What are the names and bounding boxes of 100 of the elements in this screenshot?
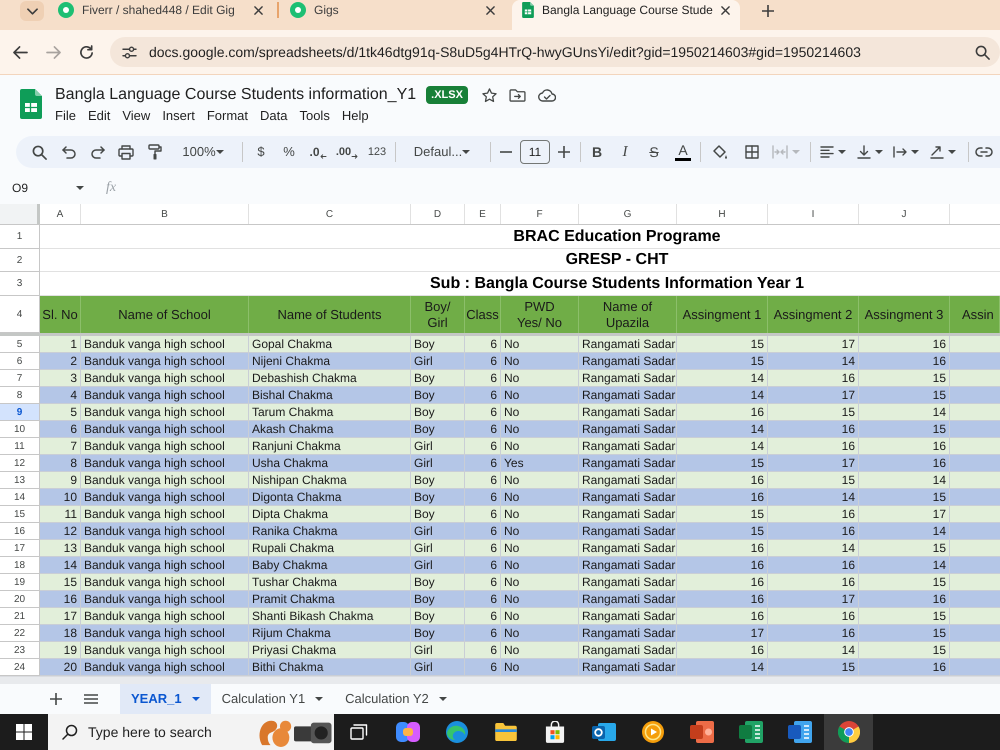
row-number[interactable]: 15 — [0, 506, 40, 523]
menu-item[interactable]: Data — [254, 106, 294, 126]
plus-icon — [50, 693, 62, 705]
browser-tab[interactable]: Bangla Language Course Stude — [512, 0, 740, 30]
font-select[interactable]: Defaul... — [398, 138, 486, 166]
spreadsheet-logo-icon — [20, 89, 42, 119]
row-number[interactable]: 4 — [0, 296, 40, 333]
lined-tile-icon — [738, 721, 762, 743]
menu-item[interactable]: File — [49, 106, 82, 126]
windows-logo-icon — [16, 724, 32, 740]
row-number[interactable]: 19 — [0, 574, 40, 591]
menu-item[interactable]: View — [116, 106, 156, 126]
lined-tile-icon — [788, 721, 812, 743]
row-number[interactable]: 16 — [0, 523, 40, 540]
caret-down-icon — [315, 697, 324, 701]
arrow-right-icon — [351, 154, 358, 158]
row-number[interactable]: 23 — [0, 642, 40, 659]
row-number[interactable]: 24 — [0, 659, 40, 676]
row-number[interactable]: 21 — [0, 608, 40, 625]
move-button[interactable] — [508, 88, 526, 102]
site-logo-icon — [290, 2, 306, 18]
search-input[interactable]: Type here to search — [88, 722, 228, 742]
taskbar-search-bar[interactable]: Type here to search — [48, 714, 334, 750]
column-letter[interactable]: G — [579, 204, 677, 224]
column-letter[interactable]: I — [768, 204, 859, 224]
cloud-status-button[interactable] — [538, 88, 556, 102]
row-number[interactable]: 8 — [0, 387, 40, 404]
row-number[interactable]: 20 — [0, 591, 40, 608]
row-number[interactable]: 17 — [0, 540, 40, 557]
column-letter[interactable]: D — [411, 204, 465, 224]
caret-down-icon — [792, 150, 800, 154]
caret-down-icon — [948, 150, 956, 154]
zoom-button[interactable] — [974, 44, 990, 60]
zoom-select[interactable]: 100% — [170, 138, 236, 166]
italic-button[interactable]: I — [610, 138, 640, 166]
currency-button[interactable]: $ — [248, 138, 274, 166]
row-number[interactable]: 3 — [0, 272, 40, 296]
row-number[interactable]: 18 — [0, 557, 40, 574]
folder-icon — [494, 723, 516, 741]
sheet-tab[interactable]: Calculation Y2 — [334, 684, 458, 714]
caret-down-icon — [875, 150, 883, 154]
menu-item[interactable]: Format — [200, 106, 254, 126]
site-settings-icon — [122, 46, 137, 58]
horizontal-scrollbar[interactable] — [0, 676, 1000, 684]
menu-item[interactable]: Tools — [293, 106, 336, 126]
strikethrough-button[interactable]: S — [640, 138, 668, 166]
browser-tab[interactable]: Gigs — [280, 0, 508, 30]
formula-label: fx — [106, 179, 116, 197]
printer-icon — [118, 144, 134, 160]
column-letter[interactable]: H — [677, 204, 768, 224]
row-number[interactable]: 6 — [0, 353, 40, 370]
close-icon — [254, 6, 262, 14]
align-bottom-icon — [857, 145, 871, 159]
taskbar-button[interactable] — [824, 714, 873, 750]
reload-icon — [78, 44, 94, 60]
paint-roller-icon — [148, 144, 162, 160]
row-number[interactable]: 13 — [0, 472, 40, 489]
arrow-left-icon — [320, 154, 326, 158]
magnifier-icon — [974, 44, 990, 60]
increase-decimals-button[interactable]: .00 — [332, 138, 362, 166]
tab-list-button[interactable] — [20, 1, 44, 21]
sheet-tab[interactable]: YEAR_1 — [120, 684, 211, 714]
caret-down-icon — [438, 697, 447, 701]
number-format-button[interactable]: 123 — [362, 138, 392, 166]
row-number[interactable]: 22 — [0, 625, 40, 642]
row-number[interactable]: 5 — [0, 336, 40, 353]
star-button[interactable] — [482, 88, 497, 102]
color-bar-icon — [675, 158, 691, 161]
row-number[interactable]: 2 — [0, 249, 40, 272]
search-icon — [62, 724, 78, 740]
menu-item[interactable]: Help — [336, 106, 375, 126]
site-logo-icon — [58, 2, 74, 18]
row-number[interactable]: 11 — [0, 438, 40, 455]
document-title[interactable]: Bangla Language Course Students information_Y1 — [55, 83, 416, 107]
row-number[interactable]: 12 — [0, 455, 40, 472]
row-number[interactable]: 10 — [0, 421, 40, 438]
name-box[interactable]: O9 — [0, 176, 92, 200]
row-number[interactable]: 1 — [0, 225, 40, 249]
decrease-decimals-button[interactable]: .0 — [304, 138, 332, 166]
menu-item[interactable]: Edit — [82, 106, 116, 126]
column-letter[interactable]: A — [40, 204, 81, 224]
column-letter[interactable]: E — [465, 204, 501, 224]
column-letter[interactable]: F — [501, 204, 579, 224]
address-bar[interactable]: docs.google.com/spreadsheets/d/1tk46dtg91q-S8uD5g4HTrQ-hwyGUnsYi/edit?gid=1950214603#gid=1950214603 — [110, 37, 1000, 67]
column-letter[interactable]: B — [81, 204, 249, 224]
bold-button[interactable]: B — [584, 138, 610, 166]
borders-icon — [745, 145, 759, 159]
row-number[interactable]: 14 — [0, 489, 40, 506]
sheet-tab[interactable]: Calculation Y1 — [210, 684, 334, 714]
plus-icon — [558, 146, 570, 158]
browser-tab[interactable]: Fiverr / shahed448 / Edit Gig — [48, 0, 276, 30]
row-number[interactable]: 7 — [0, 370, 40, 387]
sheet-title: GRESP - CHT — [566, 250, 668, 270]
column-letter[interactable]: C — [249, 204, 411, 224]
column-letter[interactable]: J — [859, 204, 950, 224]
percent-button[interactable]: % — [274, 138, 304, 166]
row-number[interactable]: 9 — [0, 404, 40, 421]
text-color-button[interactable]: A — [668, 138, 698, 166]
font-size-field[interactable]: 11 — [520, 140, 550, 164]
menu-item[interactable]: Insert — [156, 106, 201, 126]
